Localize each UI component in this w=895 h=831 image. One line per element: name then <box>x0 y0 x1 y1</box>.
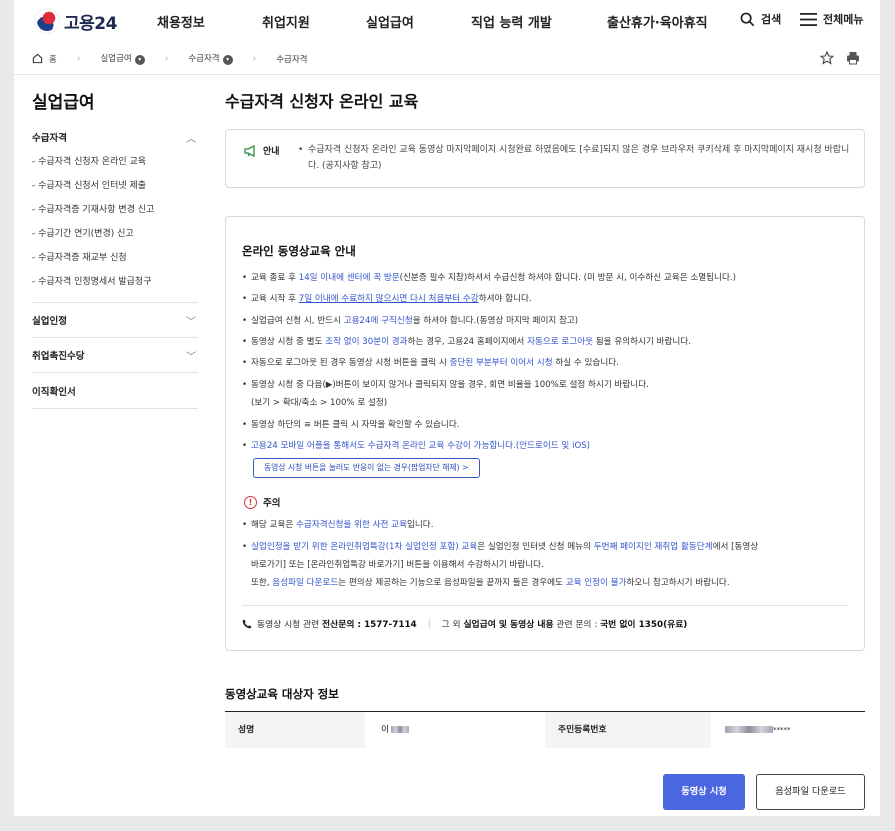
guide-bullet: 교육 시작 후 7일 이내에 수료하지 않으시면 다시 처음부터 수강하셔야 합… <box>242 290 854 308</box>
education-guide-heading: 온라인 동영상교육 안내 <box>242 244 356 258</box>
guide-bullet: 동영상 하단의 ≡ 버튼 클릭 시 자막을 확인할 수 있습니다. <box>242 416 854 434</box>
notice-text: 수급자격 신청자 온라인 교육 동영상 마지막페이지 시청완료 하였음에도 [수… <box>298 142 858 174</box>
masked-resident-number <box>725 726 773 733</box>
print-icon[interactable] <box>846 51 860 65</box>
site-logo[interactable]: 고용24 <box>34 8 117 34</box>
notice-label: 안내 <box>244 144 280 157</box>
popup-block-help-button[interactable]: 동영상 시청 버튼을 눌러도 반응이 없는 경우(팝업차단 해제) > <box>253 458 480 478</box>
guide-bullet: 동영상 시청 중 별도 조작 없이 30분이 경과하는 경우, 고용24 홈페이… <box>242 333 854 351</box>
guide-bullet: 자동으로 로그아웃 된 경우 동영상 시청 버튼을 클릭 시 중단된 부분부터 … <box>242 354 854 372</box>
education-guide-card: 온라인 동영상교육 안내 교육 종료 후 14일 이내에 센터에 꼭 방문(신분… <box>225 216 865 651</box>
gnb-menu-jobs[interactable]: 채용정보 <box>157 12 205 31</box>
breadcrumb-home[interactable]: 홈 <box>49 53 57 65</box>
dropdown-icon: ▾ <box>222 55 233 65</box>
search-button[interactable]: 검색 <box>740 11 781 27</box>
watch-video-button[interactable]: 동영상 시청 <box>663 774 745 810</box>
gnb-menu-job-skills[interactable]: 직업 능력 개발 <box>471 12 552 31</box>
masked-name <box>391 726 410 733</box>
sidebar-title: 실업급여 <box>32 93 95 113</box>
sidebar-section-unemployment-recognition[interactable]: 실업인정 ﹀ <box>32 313 198 328</box>
chevron-down-icon: ﹀ <box>186 352 196 363</box>
gnb-menu-unemployment-benefit[interactable]: 실업급여 <box>366 12 414 31</box>
sidebar-item-online-education[interactable]: - 수급자격 신청자 온라인 교육 <box>32 154 146 167</box>
caution-bullet-continuation: 바로가기] 또는 [온라인취업특강 바로가기] 버튼을 이용해서 수강하시기 바… <box>251 560 544 570</box>
logo-text: 고용24 <box>64 13 117 34</box>
breadcrumb: 홈 › 실업급여 ▾ › 수급자격 ▾ › 수급자격 <box>32 52 308 65</box>
card-divider <box>242 605 848 606</box>
sidebar-divider <box>32 408 198 409</box>
caution-bullet: 해당 교육은 수급자격신청을 위한 사전 교육입니다. <box>242 516 854 534</box>
logo-emblem-icon <box>34 8 60 34</box>
all-menu-button[interactable]: 전체메뉴 <box>800 11 863 27</box>
chevron-up-icon: ︿ <box>186 134 196 145</box>
breadcrumb-current: 수급자격 <box>276 54 308 65</box>
warning-icon: ! <box>244 495 257 509</box>
guide-bullet: 고용24 모바일 어플을 통해서도 수급자격 온라인 교육 수강이 가능합니다.… <box>242 437 854 455</box>
guide-bullet: 동영상 시청 중 다음(▶)버튼이 보이지 않거나 클릭되지 않을 경우, 회면… <box>242 376 854 394</box>
contact-info: 동영상 시청 관련 전산문의 : 1577-7114 | 그 외 실업급여 및 … <box>242 617 687 630</box>
caution-bullet-continuation: 또한, 음성파일 다운로드는 편의상 제공하는 기능으로 음성파일을 끝까지 들… <box>251 578 730 588</box>
breadcrumb-divider <box>14 74 880 75</box>
download-audio-button[interactable]: 음성파일 다운로드 <box>756 774 865 810</box>
page-title: 수급자격 신청자 온라인 교육 <box>225 92 419 111</box>
megaphone-icon <box>244 144 255 157</box>
guide-bullet: 교육 종료 후 14일 이내에 센터에 꼭 방문(신분증 필수 지참)하셔서 수… <box>242 269 854 287</box>
guide-bullet: 실업급여 신청 시, 반드시 고용24에 구직신청을 하셔야 합니다.(동영상 … <box>242 312 854 330</box>
hamburger-icon <box>800 12 817 26</box>
breadcrumb-chevron-icon: › <box>76 53 81 64</box>
caution-bullet: 실업인정을 받기 위한 온라인취업특강(1차 실업인정 포함) 교육은 실업인정… <box>242 538 854 556</box>
star-icon[interactable] <box>820 51 834 65</box>
sidebar-item-statement-request[interactable]: - 수급자격 인정명세서 발급청구 <box>32 274 151 287</box>
home-icon <box>32 53 43 64</box>
breadcrumb-level1[interactable]: 실업급여 ▾ <box>100 52 145 65</box>
resident-number-label: 주민등록번호 <box>545 712 711 748</box>
breadcrumb-level2[interactable]: 수급자격 ▾ <box>188 52 233 65</box>
sidebar-section-separation-confirmation[interactable]: 이직확인서 <box>32 384 198 398</box>
notice-box: 안내 수급자격 신청자 온라인 교육 동영상 마지막페이지 시청완료 하였음에도… <box>225 129 865 188</box>
search-icon <box>740 12 755 26</box>
sidebar-divider <box>32 337 198 338</box>
global-nav: 고용24 채용정보 취업지원 실업급여 직업 능력 개발 출산휴가·육아휴직 검… <box>14 0 880 42</box>
target-info-table: 성명 이 주민등록번호 ***** <box>225 711 865 748</box>
caution-label: ! 주의 <box>244 495 280 509</box>
sidebar-divider <box>32 302 198 303</box>
target-info-heading: 동영상교육 대상자 정보 <box>225 687 339 701</box>
gnb-menu-maternity-leave[interactable]: 출산휴가·육아휴직 <box>607 12 708 31</box>
all-menu-label: 전체메뉴 <box>823 13 864 26</box>
contact-separator: | <box>427 618 431 629</box>
guide-bullet-continuation: (보기 > 확대/축소 > 100% 로 설정) <box>251 398 388 408</box>
breadcrumb-chevron-icon: › <box>252 53 257 64</box>
resident-number-value: ***** <box>711 712 865 748</box>
name-label: 성명 <box>225 712 365 748</box>
sidebar-item-online-application[interactable]: - 수급자격 신청서 인터넷 제출 <box>32 178 146 191</box>
sidebar-item-change-report[interactable]: - 수급자격증 기재사항 변경 신고 <box>32 202 154 215</box>
dropdown-icon: ▾ <box>134 55 145 65</box>
sidebar-item-period-extension[interactable]: - 수급기간 연기(변경) 신고 <box>32 226 134 239</box>
gnb-menu-employment-support[interactable]: 취업지원 <box>262 12 310 31</box>
sidebar-section-employment-promotion[interactable]: 취업촉진수당 ﹀ <box>32 348 198 363</box>
sidebar-section-qualification[interactable]: 수급자격 ︿ <box>32 130 198 145</box>
search-label: 검색 <box>761 13 782 26</box>
name-value: 이 <box>365 712 545 748</box>
page-tools <box>820 51 860 65</box>
page-frame: 고용24 채용정보 취업지원 실업급여 직업 능력 개발 출산휴가·육아휴직 검… <box>14 0 880 816</box>
sidebar-divider <box>32 372 198 373</box>
chevron-down-icon: ﹀ <box>186 317 196 328</box>
breadcrumb-chevron-icon: › <box>164 53 169 64</box>
phone-icon <box>242 619 252 628</box>
sidebar-item-reissue[interactable]: - 수급자격증 재교부 신청 <box>32 250 127 263</box>
